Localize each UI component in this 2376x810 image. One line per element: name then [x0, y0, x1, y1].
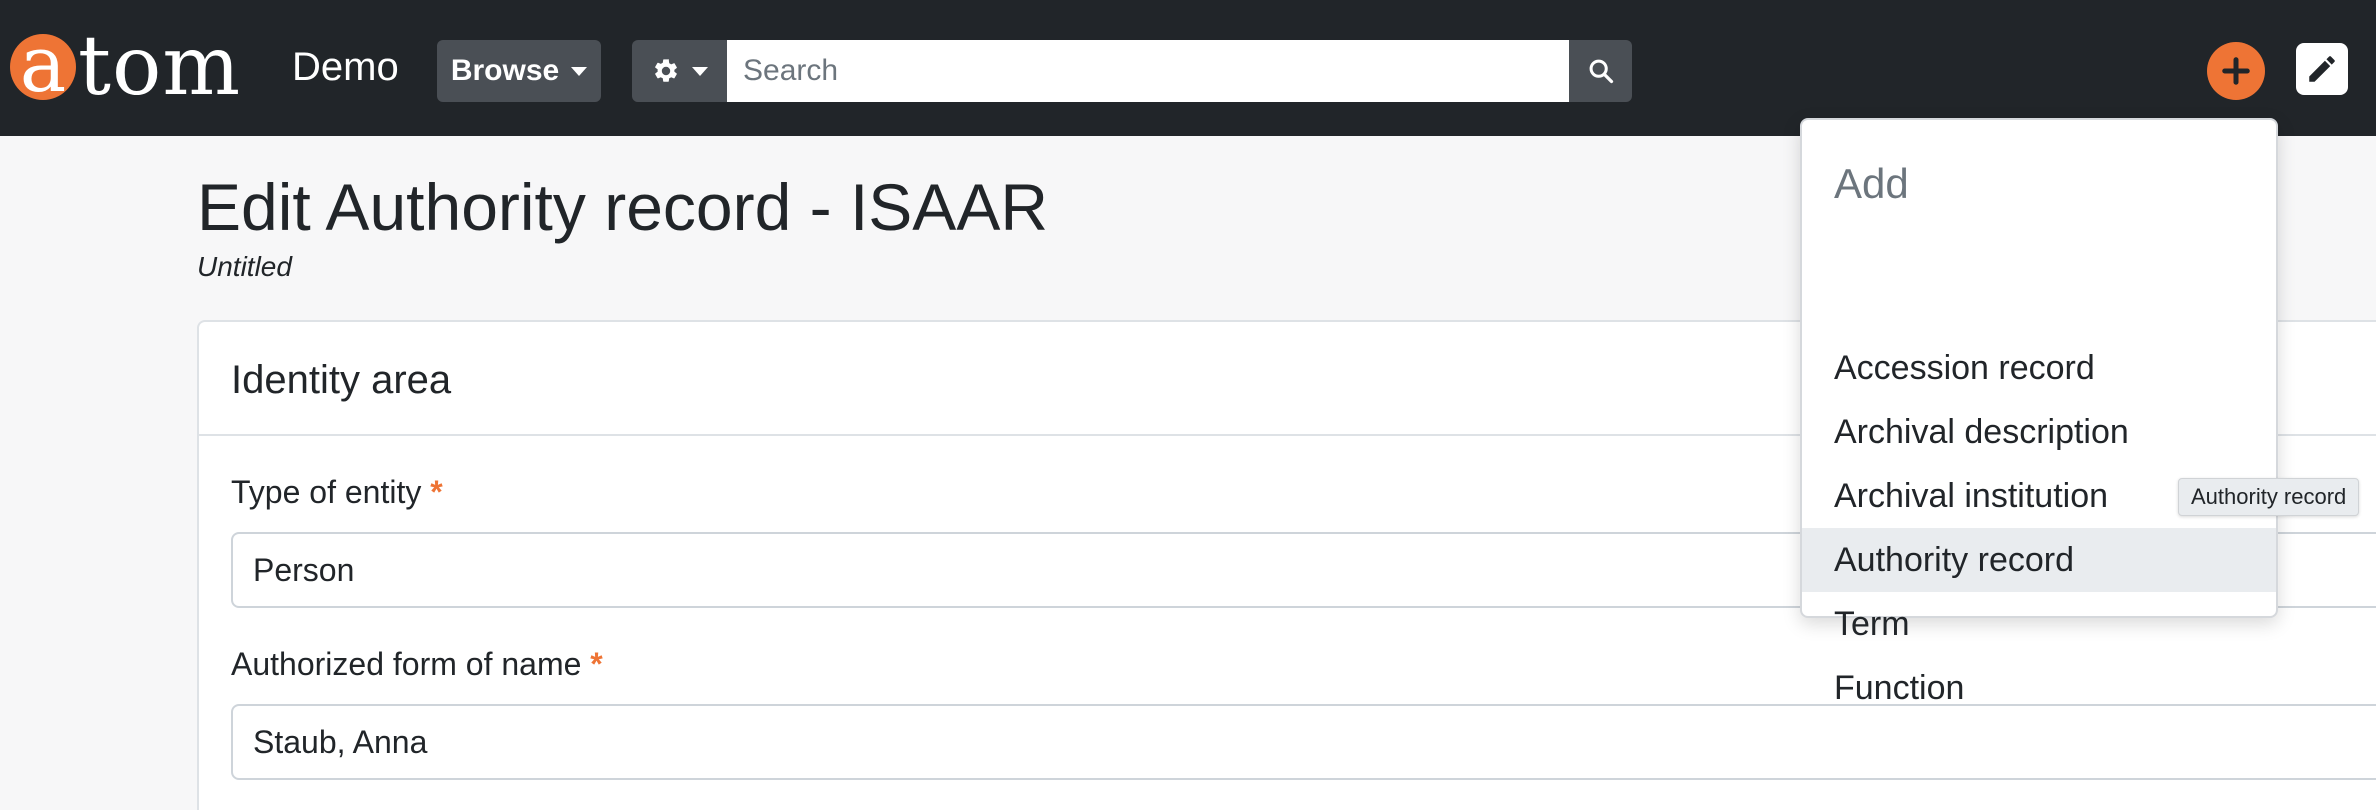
edit-menu-button[interactable]: [2296, 43, 2348, 95]
browse-menu-button[interactable]: Browse: [437, 40, 601, 102]
section-title: Identity area: [231, 358, 452, 402]
search-group: [632, 40, 1632, 102]
required-marker: *: [590, 646, 603, 682]
caret-down-icon: [691, 66, 708, 76]
logo-text: tom: [78, 19, 242, 114]
hover-tooltip: Authority record: [2178, 478, 2360, 516]
page-subtitle: Untitled: [197, 251, 292, 282]
search-options-button[interactable]: [632, 40, 727, 102]
plus-icon: [2222, 57, 2250, 85]
menu-item-authority-record[interactable]: Authority record: [1802, 528, 2276, 592]
menu-item-accession-record[interactable]: Accession record: [1802, 336, 2276, 400]
type-of-entity-label: Type of entity *: [231, 470, 443, 514]
field-label-text: Type of entity: [231, 474, 422, 510]
menu-item-archival-description[interactable]: Archival description: [1802, 400, 2276, 464]
search-input[interactable]: [727, 40, 1569, 102]
gear-icon: [654, 59, 677, 82]
caret-down-icon: [571, 66, 588, 76]
required-marker: *: [430, 474, 443, 510]
add-dropdown-menu: Add Accession record Archival descriptio…: [1800, 118, 2278, 707]
menu-item-term[interactable]: Term: [1802, 592, 2276, 656]
search-icon: [1589, 59, 1613, 84]
field-label-text: Authorized form of name: [231, 646, 582, 682]
atom-logo[interactable]: a tom: [10, 22, 241, 112]
add-menu-button[interactable]: [2207, 42, 2265, 100]
browse-label: Browse: [450, 54, 560, 87]
search-submit-button[interactable]: [1569, 40, 1632, 102]
menu-item-function[interactable]: Function: [1802, 656, 2276, 720]
page-title: Edit Authority record - ISAAR: [197, 170, 1049, 244]
dropdown-header: Add: [1834, 160, 1909, 207]
site-name[interactable]: Demo: [292, 42, 399, 92]
top-navbar: a tom Demo Browse: [0, 0, 2376, 136]
logo-circle-a: a: [10, 34, 76, 100]
authorized-form-of-name-label: Authorized form of name *: [231, 642, 603, 686]
pencil-icon: [2309, 56, 2335, 82]
